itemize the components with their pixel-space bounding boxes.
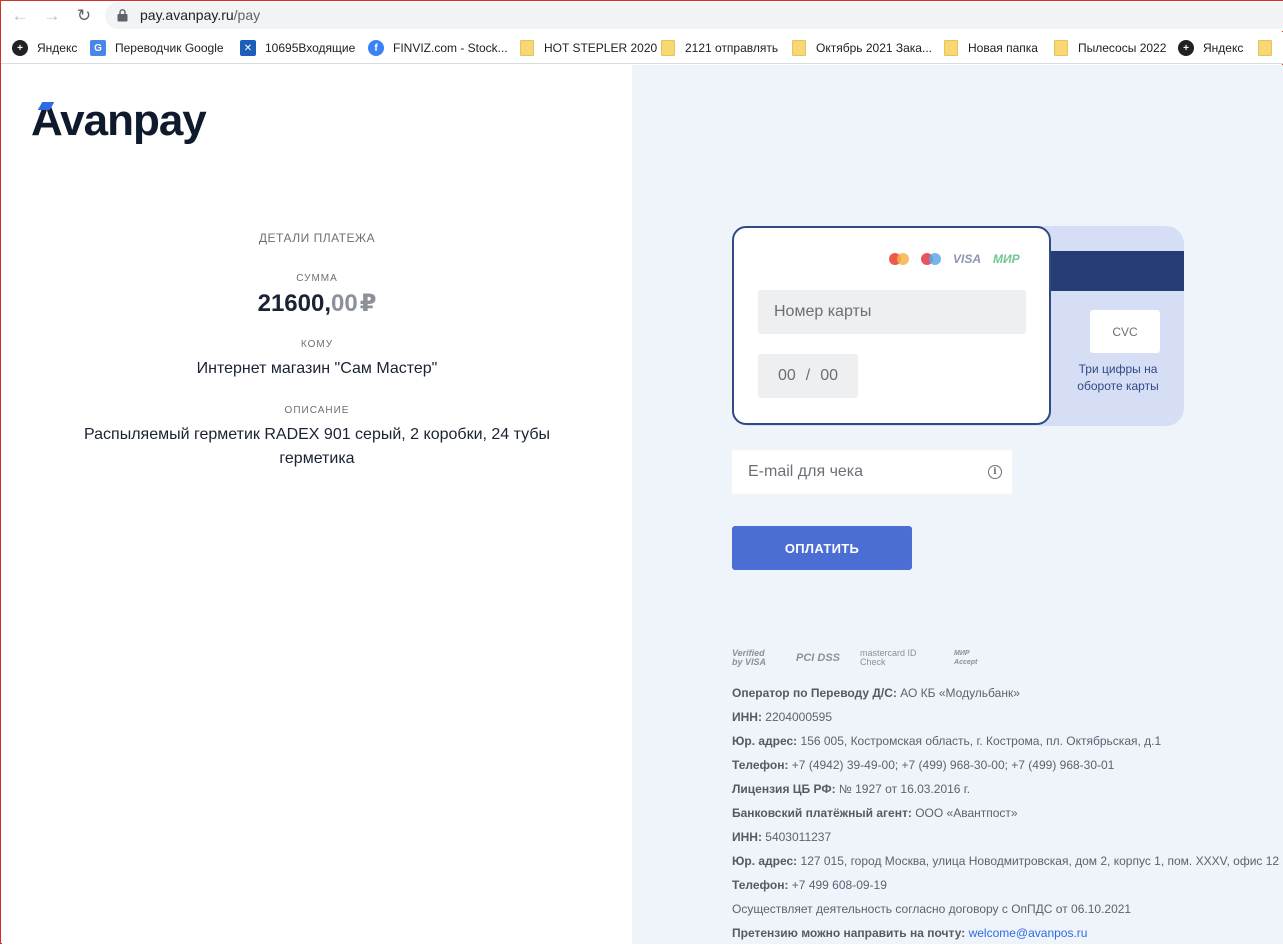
card-number-input[interactable]	[758, 290, 1026, 334]
back-arrow-icon[interactable]: ←	[9, 5, 31, 27]
recipient-label: КОМУ	[300, 339, 334, 350]
lock-icon	[117, 9, 128, 22]
mastercard-icon	[889, 253, 909, 265]
bookmark-google-translate[interactable]: G Переводчик Google	[90, 38, 224, 58]
cvc-hint: Три цифры на обороте карты	[1077, 362, 1159, 393]
card-front: VISA МИР 00 / 00	[732, 226, 1051, 425]
mir-icon: МИР	[993, 252, 1020, 266]
yandex-icon: +	[12, 40, 28, 56]
bookmark-vacuums-2022[interactable]: Пылесосы 2022	[1054, 38, 1166, 58]
avanpay-logo: Avanpay	[31, 96, 207, 145]
cvc-input[interactable]: CVC	[1090, 310, 1160, 353]
pay-button[interactable]: ОПЛАТИТЬ	[732, 526, 912, 570]
amount-value: 21600,00₽	[257, 290, 377, 317]
legal-contract: Осуществляет деятельность согласно догов…	[732, 902, 1132, 916]
mir-accept-badge: МИР Accept	[954, 650, 978, 666]
legal-inn-bank: ИНН: 2204000595	[732, 710, 833, 724]
google-translate-icon: G	[90, 40, 106, 56]
bookmark-finviz[interactable]: f FINVIZ.com - Stock...	[368, 38, 508, 58]
legal-address-bank: Юр. адрес: 156 005, Костромская область,…	[732, 734, 1162, 748]
verified-by-visa-badge: Verified by VISA	[732, 648, 767, 667]
folder-icon	[520, 40, 534, 56]
card-brands: VISA МИР	[889, 252, 1020, 266]
mail-icon: ✕	[240, 40, 256, 56]
browser-window: ← → ↻ pay.avanpay.ru/pay + Яндекс G Перево…	[0, 0, 1283, 944]
payment-form-panel: CVC Три цифры на обороте карты VISA МИР …	[632, 65, 1283, 944]
legal-phone-agent: Телефон: +7 499 608-09-19	[732, 878, 887, 892]
folder-icon	[661, 40, 675, 56]
finviz-icon: f	[368, 40, 384, 56]
maestro-icon	[921, 253, 941, 265]
amount-label: СУММА	[296, 273, 338, 284]
expiry-year[interactable]: 00	[820, 367, 838, 385]
description-label: ОПИСАНИЕ	[284, 405, 350, 416]
url-text: pay.avanpay.ru/pay	[140, 7, 261, 23]
yandex-icon: +	[1178, 40, 1194, 56]
expiry-separator: /	[805, 367, 811, 384]
bookmark-2121[interactable]: 2121 отправлять	[661, 38, 778, 58]
legal-inn-agent: ИНН: 5403011237	[732, 830, 832, 844]
bookmark-hot-stepler[interactable]: HOT STEPLER 2020	[520, 38, 657, 58]
bookmark-mail[interactable]: ✕ 10695Входящие	[240, 38, 355, 58]
bookmark-overflow[interactable]	[1258, 38, 1282, 58]
email-input[interactable]	[732, 450, 982, 494]
legal-address-agent: Юр. адрес: 127 015, город Москва, улица …	[732, 854, 1280, 868]
address-bar[interactable]: pay.avanpay.ru/pay	[105, 2, 1283, 29]
folder-icon	[1054, 40, 1068, 56]
bookmark-yandex[interactable]: + Яндекс	[12, 38, 77, 58]
legal-license: Лицензия ЦБ РФ: № 1927 от 16.03.2016 г.	[732, 782, 971, 796]
bookmarks-bar: + Яндекс G Переводчик Google ✕ 10695Входящи…	[1, 32, 1283, 64]
legal-operator: Оператор по Переводу Д/С: АО КБ «Модульб…	[732, 686, 1020, 700]
bookmark-october-2021[interactable]: Октябрь 2021 Зака...	[792, 38, 932, 58]
info-icon[interactable]: i	[988, 465, 1002, 479]
description-line-1: Распыляемый герметик RADEX 901 серый, 2 …	[84, 426, 550, 443]
folder-icon	[1258, 40, 1272, 56]
legal-info: Оператор по Переводу Д/С: АО КБ «Модульб…	[732, 683, 1279, 947]
recipient-value: Интернет магазин "Сам Мастер"	[196, 360, 438, 377]
reload-icon[interactable]: ↻	[73, 5, 95, 27]
payment-details-panel: Avanpay ДЕТАЛИ ПЛАТЕЖА СУММА 21600,00₽ К…	[2, 65, 632, 944]
security-badges: Verified by VISA PCI DSS mastercard ID C…	[732, 649, 994, 667]
legal-phone-bank: Телефон: +7 (4942) 39-49-00; +7 (499) 96…	[732, 758, 1115, 772]
legal-claim: Претензию можно направить на почту: welc…	[732, 926, 1088, 940]
visa-icon: VISA	[953, 252, 982, 266]
legal-agent: Банковский платёжный агент: ООО «Авантпо…	[732, 806, 1018, 820]
forward-arrow-icon[interactable]: →	[41, 5, 63, 27]
email-field[interactable]: i	[732, 450, 1012, 494]
ruble-sign: ₽	[359, 290, 377, 317]
folder-icon	[792, 40, 806, 56]
bookmark-new-folder[interactable]: Новая папка	[944, 38, 1038, 58]
expiry-input[interactable]: 00 / 00	[758, 354, 858, 398]
mastercard-id-check-badge: mastercard ID Check	[860, 648, 917, 667]
description-line-2: герметика	[279, 450, 355, 467]
folder-icon	[944, 40, 958, 56]
browser-toolbar: ← → ↻ pay.avanpay.ru/pay	[1, 1, 1283, 31]
claim-email-link[interactable]: welcome@avanpos.ru	[969, 926, 1088, 940]
payment-details-title: ДЕТАЛИ ПЛАТЕЖА	[258, 231, 376, 245]
bookmark-yandex-2[interactable]: + Яндекс	[1178, 38, 1243, 58]
pci-dss-badge: PCI DSS	[796, 651, 841, 664]
expiry-month[interactable]: 00	[778, 367, 796, 385]
